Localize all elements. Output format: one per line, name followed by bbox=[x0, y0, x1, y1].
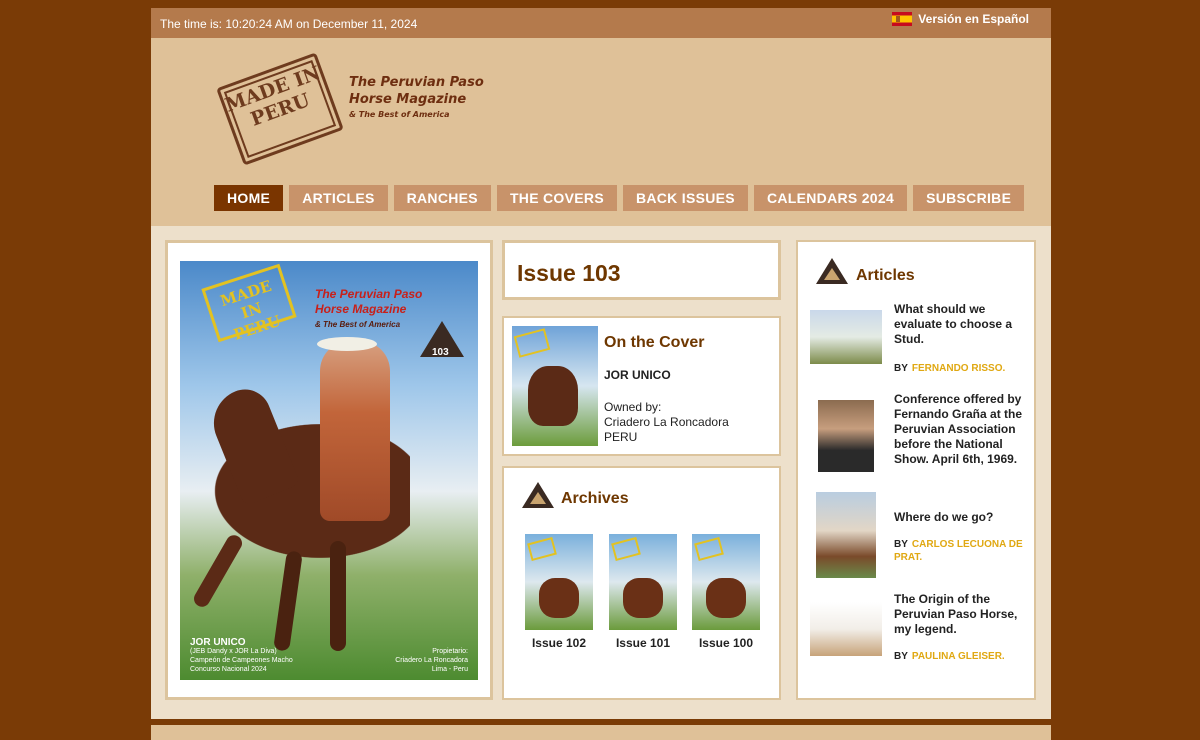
spain-flag-icon bbox=[892, 12, 913, 26]
article-title[interactable]: The Origin of the Peruvian Paso Horse, m… bbox=[894, 592, 1024, 637]
footer-strip bbox=[151, 725, 1051, 740]
rider-illustration bbox=[320, 341, 390, 521]
nav-ranches[interactable]: RANCHES bbox=[393, 185, 491, 211]
issue-title-card: Issue 103 bbox=[502, 240, 781, 300]
cover-title-line-2: Horse Magazine bbox=[315, 302, 407, 316]
rider-hat-shape bbox=[317, 337, 377, 351]
archive-label: Issue 100 bbox=[698, 636, 754, 650]
archive-horse-shape bbox=[539, 578, 579, 618]
archive-stamp-shape bbox=[527, 536, 557, 562]
cover-horse-name: JOR UNICO bbox=[604, 368, 671, 382]
archive-cover-image bbox=[609, 534, 677, 630]
archive-stamp-shape bbox=[611, 536, 641, 562]
cover-subtitle: & The Best of America bbox=[315, 320, 401, 329]
nav-calendars[interactable]: CALENDARS 2024 bbox=[753, 185, 908, 211]
article-thumbnail bbox=[818, 400, 874, 472]
article-author[interactable]: FERNANDO RISSO. bbox=[912, 363, 1005, 374]
article-byline: BY CARLOS LECUONA DE PRAT. bbox=[894, 538, 1024, 564]
nav-back-issues[interactable]: BACK ISSUES bbox=[622, 185, 748, 211]
site-header: MADE IN PERU The Peruvian Paso Horse Mag… bbox=[151, 38, 1051, 226]
made-in-peru-stamp: MADE IN PERU bbox=[216, 52, 344, 166]
logo-title: The Peruvian Paso Horse Magazine & The B… bbox=[349, 74, 484, 119]
article-byline: BY PAULINA GLEISER. bbox=[894, 650, 1024, 663]
issue-title: Issue 103 bbox=[517, 260, 621, 286]
logo-subtitle: & The Best of America bbox=[349, 110, 450, 119]
cover-image[interactable]: MADE IN PERU The Peruvian Paso Horse Mag… bbox=[180, 261, 478, 680]
on-the-cover-heading: On the Cover bbox=[604, 334, 705, 351]
logo-title-line-2: Horse Magazine bbox=[349, 92, 467, 107]
spanish-version-label: Versión en Español bbox=[918, 12, 1029, 26]
cover-caption-line-3: Campeón de Campeones Macho bbox=[190, 657, 293, 664]
nav-home[interactable]: HOME bbox=[214, 185, 284, 211]
main-nav: HOME ARTICLES RANCHES THE COVERS BACK IS… bbox=[214, 185, 1030, 211]
cover-owner-line-3: Lima - Peru bbox=[431, 666, 468, 673]
cover-stamp: MADE IN PERU bbox=[201, 263, 297, 344]
logo-title-line-1: The Peruvian Paso bbox=[349, 75, 484, 90]
archive-horse-shape bbox=[706, 578, 746, 618]
cover-caption-line-4: Concurso Nacional 2024 bbox=[190, 666, 267, 673]
cover-owner-info: Owned by: Criadero La Roncadora PERU bbox=[604, 400, 729, 445]
article-thumbnail bbox=[810, 310, 882, 364]
archives-card: Archives Issue 102 Issue 101 Issue 100 bbox=[502, 466, 781, 700]
archive-stamp-shape bbox=[694, 536, 724, 562]
cover-owner-line-2: Criadero La Roncadora bbox=[395, 657, 468, 664]
article-title[interactable]: Conference offered by Fernando Graña at … bbox=[894, 392, 1024, 467]
cover-owner-caption: Propietario: Criadero La Roncadora Lima … bbox=[395, 647, 468, 674]
page-container: The time is: 10:20:24 AM on December 11,… bbox=[151, 8, 1051, 740]
articles-heading: Articles bbox=[856, 267, 915, 284]
archive-item-100[interactable]: Issue 100 bbox=[691, 534, 761, 650]
byline-label: BY bbox=[894, 539, 908, 550]
cover-card: MADE IN PERU The Peruvian Paso Horse Mag… bbox=[165, 240, 493, 700]
spanish-version-link[interactable]: Versión en Español bbox=[892, 12, 1029, 26]
nav-the-covers[interactable]: THE COVERS bbox=[496, 185, 617, 211]
article-title[interactable]: Where do we go? bbox=[894, 510, 1024, 525]
articles-card: Articles What should we evaluate to choo… bbox=[796, 240, 1036, 700]
nav-subscribe[interactable]: SUBSCRIBE bbox=[913, 185, 1025, 211]
article-author[interactable]: PAULINA GLEISER. bbox=[912, 651, 1005, 662]
thumbnail-stamp-shape bbox=[513, 328, 551, 358]
archives-triangle-icon bbox=[522, 482, 554, 508]
archive-item-101[interactable]: Issue 101 bbox=[608, 534, 678, 650]
nav-articles[interactable]: ARTICLES bbox=[289, 185, 388, 211]
cover-title: The Peruvian Paso Horse Magazine & The B… bbox=[315, 287, 422, 332]
cover-title-line-1: The Peruvian Paso bbox=[315, 287, 423, 301]
archive-cover-image bbox=[525, 534, 593, 630]
current-time: The time is: 10:20:24 AM on December 11,… bbox=[160, 17, 418, 31]
on-the-cover-card: On the Cover JOR UNICO Owned by: Criader… bbox=[502, 316, 781, 456]
thumbnail-horse-shape bbox=[528, 366, 578, 426]
cover-owner-line-1: Propietario: bbox=[432, 648, 468, 655]
articles-triangle-icon bbox=[816, 258, 848, 284]
archive-label: Issue 102 bbox=[531, 636, 587, 650]
archives-heading: Archives bbox=[561, 490, 629, 507]
article-thumbnail bbox=[810, 602, 882, 656]
archive-item-102[interactable]: Issue 102 bbox=[524, 534, 594, 650]
owner-country: PERU bbox=[604, 430, 638, 444]
owned-by-label: Owned by: bbox=[604, 400, 662, 414]
article-author[interactable]: CARLOS LECUONA DE PRAT. bbox=[894, 539, 1023, 563]
archive-horse-shape bbox=[623, 578, 663, 618]
archive-cover-image bbox=[692, 534, 760, 630]
cover-issue-number: 103 bbox=[432, 347, 449, 358]
article-byline: BY FERNANDO RISSO. bbox=[894, 362, 1024, 375]
cover-caption-name: JOR UNICO bbox=[190, 637, 246, 648]
byline-label: BY bbox=[894, 651, 908, 662]
article-thumbnail bbox=[816, 492, 876, 578]
top-bar: The time is: 10:20:24 AM on December 11,… bbox=[151, 8, 1051, 38]
owner-name: Criadero La Roncadora bbox=[604, 415, 729, 429]
article-title[interactable]: What should we evaluate to choose a Stud… bbox=[894, 302, 1024, 347]
horse-leg-shape bbox=[330, 541, 346, 651]
archive-label: Issue 101 bbox=[615, 636, 671, 650]
cover-caption: JOR UNICO (JEB Dandy x JOR La Diva) Camp… bbox=[190, 638, 293, 674]
cover-caption-line-2: (JEB Dandy x JOR La Diva) bbox=[190, 648, 277, 655]
byline-label: BY bbox=[894, 363, 908, 374]
cover-thumbnail[interactable] bbox=[512, 326, 598, 446]
